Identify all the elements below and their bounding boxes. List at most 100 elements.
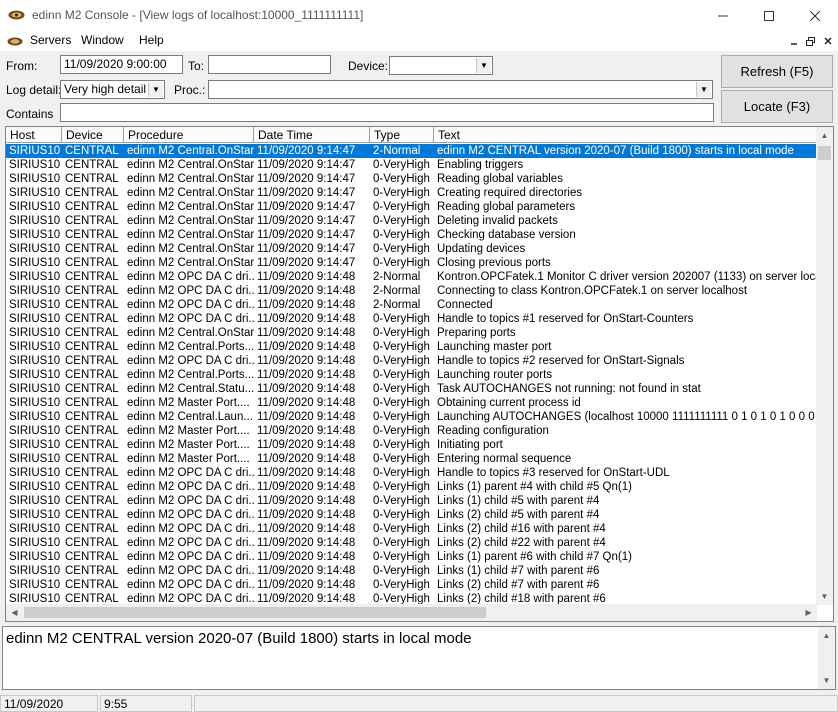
table-row[interactable]: SIRIUS10 CENTRAL edinn M2 OPC DA C dri... 1…	[6, 480, 817, 494]
cell-procedure: edinn M2 OPC DA C dri...	[127, 313, 254, 325]
cell-text: Updating devices	[437, 243, 526, 255]
column-header-datetime[interactable]: Date Time	[254, 127, 370, 143]
table-row[interactable]: SIRIUS10 CENTRAL edinn M2 OPC DA C dri... 1…	[6, 494, 817, 508]
table-row[interactable]: SIRIUS10 CENTRAL edinn M2 OPC DA C dri... 1…	[6, 564, 817, 578]
cell-host: SIRIUS10	[9, 551, 61, 563]
column-header-device[interactable]: Device	[62, 127, 124, 143]
minimize-button[interactable]	[700, 0, 746, 31]
table-row[interactable]: SIRIUS10 CENTRAL edinn M2 OPC DA C dri... 1…	[6, 466, 817, 480]
cell-host: SIRIUS10	[9, 425, 61, 437]
table-row[interactable]: SIRIUS10 CENTRAL edinn M2 OPC DA C dri... 1…	[6, 284, 817, 298]
log-grid[interactable]: Host Device Procedure Date Time Type Text SIR…	[5, 126, 834, 622]
cell-datetime: 11/09/2020 9:14:47	[257, 159, 356, 171]
to-input[interactable]	[208, 55, 331, 74]
scroll-up-icon[interactable]: ▲	[816, 127, 833, 144]
chevron-down-icon[interactable]: ▼	[476, 58, 491, 73]
cell-device: CENTRAL	[65, 383, 119, 395]
menu-help[interactable]: Help	[139, 33, 164, 47]
cell-datetime: 11/09/2020 9:14:47	[257, 187, 356, 199]
table-row[interactable]: SIRIUS10 CENTRAL edinn M2 Central.OnStart 1…	[6, 144, 817, 158]
table-row[interactable]: SIRIUS10 CENTRAL edinn M2 Central.Laun... 1…	[6, 410, 817, 424]
cell-device: CENTRAL	[65, 271, 119, 283]
mdi-child-icon[interactable]	[7, 37, 23, 46]
maximize-button[interactable]	[746, 0, 792, 31]
table-row[interactable]: SIRIUS10 CENTRAL edinn M2 Central.Statu...…	[6, 382, 817, 396]
table-row[interactable]: SIRIUS10 CENTRAL edinn M2 OPC DA C dri... 1…	[6, 354, 817, 368]
table-row[interactable]: SIRIUS10 CENTRAL edinn M2 Central.OnStart 1…	[6, 158, 817, 172]
cell-type: 2-Normal	[373, 145, 421, 157]
table-row[interactable]: SIRIUS10 CENTRAL edinn M2 OPC DA C dri... 1…	[6, 508, 817, 522]
mdi-close-button[interactable]	[820, 34, 835, 48]
cell-text: Reading configuration	[437, 425, 549, 437]
scroll-up-icon[interactable]: ▲	[818, 627, 835, 644]
cell-text: Closing previous ports	[437, 257, 551, 269]
refresh-button[interactable]: Refresh (F5)	[721, 55, 833, 88]
from-input[interactable]: 11/09/2020 9:00:00	[60, 55, 183, 74]
chevron-down-icon[interactable]: ▼	[148, 82, 163, 97]
table-row[interactable]: SIRIUS10 CENTRAL edinn M2 Central.OnStart 1…	[6, 326, 817, 340]
to-label: To:	[188, 59, 205, 73]
vertical-scroll-thumb[interactable]	[818, 146, 831, 160]
proc-select[interactable]: ▼	[208, 80, 713, 99]
table-row[interactable]: SIRIUS10 CENTRAL edinn M2 Central.OnStart 1…	[6, 242, 817, 256]
cell-text: Entering normal sequence	[437, 453, 572, 465]
cell-procedure: edinn M2 Central.OnStart	[127, 187, 254, 199]
cell-host: SIRIUS10	[9, 537, 61, 549]
table-row[interactable]: SIRIUS10 CENTRAL edinn M2 Central.OnStart 1…	[6, 228, 817, 242]
table-row[interactable]: SIRIUS10 CENTRAL edinn M2 OPC DA C dri... 1…	[6, 578, 817, 592]
table-row[interactable]: SIRIUS10 CENTRAL edinn M2 OPC DA C dri... 1…	[6, 312, 817, 326]
cell-datetime: 11/09/2020 9:14:48	[257, 313, 356, 325]
horizontal-scrollbar[interactable]: ◀ ▶	[6, 604, 817, 621]
scroll-down-icon[interactable]: ▼	[818, 672, 835, 689]
cell-type: 0-VeryHigh	[373, 173, 430, 185]
cell-procedure: edinn M2 OPC DA C dri...	[127, 299, 254, 311]
close-button[interactable]	[792, 0, 838, 31]
cell-type: 0-VeryHigh	[373, 159, 430, 171]
column-header-text[interactable]: Text	[434, 127, 817, 143]
table-row[interactable]: SIRIUS10 CENTRAL edinn M2 Central.Ports...…	[6, 340, 817, 354]
table-row[interactable]: SIRIUS10 CENTRAL edinn M2 OPC DA C dri... 1…	[6, 522, 817, 536]
column-header-host[interactable]: Host	[6, 127, 62, 143]
cell-datetime: 11/09/2020 9:14:47	[257, 229, 356, 241]
cell-text: Links (2) child #22 with parent #4	[437, 537, 606, 549]
table-row[interactable]: SIRIUS10 CENTRAL edinn M2 Master Port.... 1…	[6, 452, 817, 466]
mdi-restore-button[interactable]	[803, 34, 818, 48]
column-header-procedure[interactable]: Procedure	[124, 127, 254, 143]
horizontal-scroll-thumb[interactable]	[24, 607, 486, 618]
table-row[interactable]: SIRIUS10 CENTRAL edinn M2 OPC DA C dri... 1…	[6, 550, 817, 564]
cell-device: CENTRAL	[65, 299, 119, 311]
table-row[interactable]: SIRIUS10 CENTRAL edinn M2 OPC DA C dri... 1…	[6, 536, 817, 550]
chevron-down-icon[interactable]: ▼	[696, 82, 711, 97]
menu-servers[interactable]: Servers	[30, 33, 71, 47]
locate-button[interactable]: Locate (F3)	[721, 90, 833, 123]
mdi-minimize-button[interactable]	[786, 34, 801, 48]
table-row[interactable]: SIRIUS10 CENTRAL edinn M2 OPC DA C dri... 1…	[6, 270, 817, 284]
status-bar: 11/09/2020 9:55	[0, 694, 838, 712]
cell-text: Reading global parameters	[437, 201, 576, 213]
menu-window[interactable]: Window	[81, 33, 124, 47]
device-select[interactable]: ▼	[389, 56, 493, 75]
cell-text: Preparing ports	[437, 327, 516, 339]
log-detail-select[interactable]: Very high detail ▼	[60, 80, 165, 99]
column-header-type[interactable]: Type	[370, 127, 434, 143]
table-row[interactable]: SIRIUS10 CENTRAL edinn M2 OPC DA C dri... 1…	[6, 298, 817, 312]
table-row[interactable]: SIRIUS10 CENTRAL edinn M2 Central.Ports...…	[6, 368, 817, 382]
detail-scrollbar[interactable]: ▲ ▼	[818, 627, 835, 689]
table-row[interactable]: SIRIUS10 CENTRAL edinn M2 Central.OnStart 1…	[6, 256, 817, 270]
scroll-down-icon[interactable]: ▼	[816, 588, 833, 605]
scroll-right-icon[interactable]: ▶	[800, 604, 817, 621]
table-row[interactable]: SIRIUS10 CENTRAL edinn M2 Central.OnStart 1…	[6, 186, 817, 200]
contains-input[interactable]	[60, 103, 714, 122]
scroll-left-icon[interactable]: ◀	[6, 604, 23, 621]
cell-host: SIRIUS10	[9, 369, 61, 381]
cell-host: SIRIUS10	[9, 145, 61, 157]
table-row[interactable]: SIRIUS10 CENTRAL edinn M2 Central.OnStart 1…	[6, 172, 817, 186]
detail-textbox[interactable]: edinn M2 CENTRAL version 2020-07 (Build …	[2, 626, 836, 690]
cell-procedure: edinn M2 Central.OnStart	[127, 257, 254, 269]
table-row[interactable]: SIRIUS10 CENTRAL edinn M2 Master Port.... 1…	[6, 396, 817, 410]
table-row[interactable]: SIRIUS10 CENTRAL edinn M2 Master Port.... 1…	[6, 438, 817, 452]
table-row[interactable]: SIRIUS10 CENTRAL edinn M2 Master Port.... 1…	[6, 424, 817, 438]
vertical-scrollbar[interactable]: ▲ ▼	[816, 127, 833, 605]
table-row[interactable]: SIRIUS10 CENTRAL edinn M2 Central.OnStart 1…	[6, 200, 817, 214]
table-row[interactable]: SIRIUS10 CENTRAL edinn M2 Central.OnStart 1…	[6, 214, 817, 228]
